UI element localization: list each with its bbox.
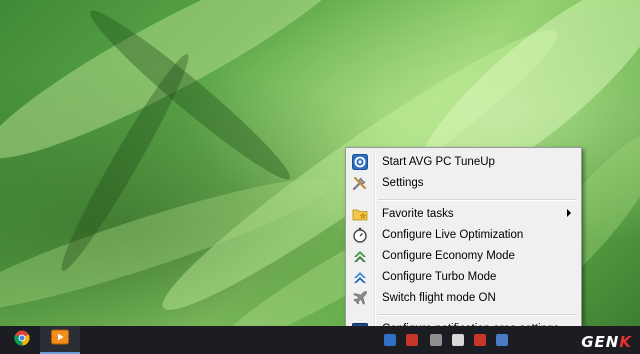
tray-app-icon[interactable] — [474, 334, 486, 346]
taskbar: GENK — [0, 326, 640, 354]
menu-item-live-optimization[interactable]: Configure Live Optimization — [348, 224, 579, 245]
taskbar-media-player-button[interactable] — [40, 326, 80, 354]
menu-item-flight-mode[interactable]: Switch flight mode ON — [348, 287, 579, 308]
tray-app-icon[interactable] — [452, 334, 464, 346]
avg-tuneup-icon — [351, 153, 369, 171]
economy-mode-icon — [351, 247, 369, 265]
genk-watermark-logo: GENK — [581, 333, 632, 351]
tools-icon — [351, 174, 369, 192]
menu-item-favorite-tasks[interactable]: Favorite tasks — [348, 203, 579, 224]
context-menu: Start AVG PC TuneUp Settings Favorite ta… — [345, 147, 582, 341]
tray-app-icon[interactable] — [496, 334, 508, 346]
menu-item-label: Configure Turbo Mode — [382, 270, 497, 283]
menu-item-economy-mode[interactable]: Configure Economy Mode — [348, 245, 579, 266]
stopwatch-icon — [351, 226, 369, 244]
airplane-icon — [351, 289, 369, 307]
taskbar-chrome-button[interactable] — [2, 326, 42, 354]
chrome-icon — [14, 330, 30, 351]
menu-item-start-avg[interactable]: Start AVG PC TuneUp — [348, 151, 579, 172]
menu-item-label: Configure Live Optimization — [382, 228, 524, 241]
menu-item-turbo-mode[interactable]: Configure Turbo Mode — [348, 266, 579, 287]
menu-item-label: Configure Economy Mode — [382, 249, 515, 262]
turbo-mode-icon — [351, 268, 369, 286]
tray-avg-icon[interactable] — [384, 334, 396, 346]
tray-app-icon[interactable] — [406, 334, 418, 346]
tray-app-icon[interactable] — [430, 334, 442, 346]
menu-item-label: Start AVG PC TuneUp — [382, 155, 495, 168]
submenu-arrow-icon — [567, 209, 571, 217]
menu-separator — [378, 314, 577, 316]
folder-star-icon — [351, 205, 369, 223]
menu-separator — [378, 199, 577, 201]
menu-item-settings[interactable]: Settings — [348, 172, 579, 193]
menu-item-label: Switch flight mode ON — [382, 291, 496, 304]
menu-item-label: Settings — [382, 176, 424, 189]
media-player-icon — [51, 329, 69, 350]
menu-item-label: Favorite tasks — [382, 207, 454, 220]
